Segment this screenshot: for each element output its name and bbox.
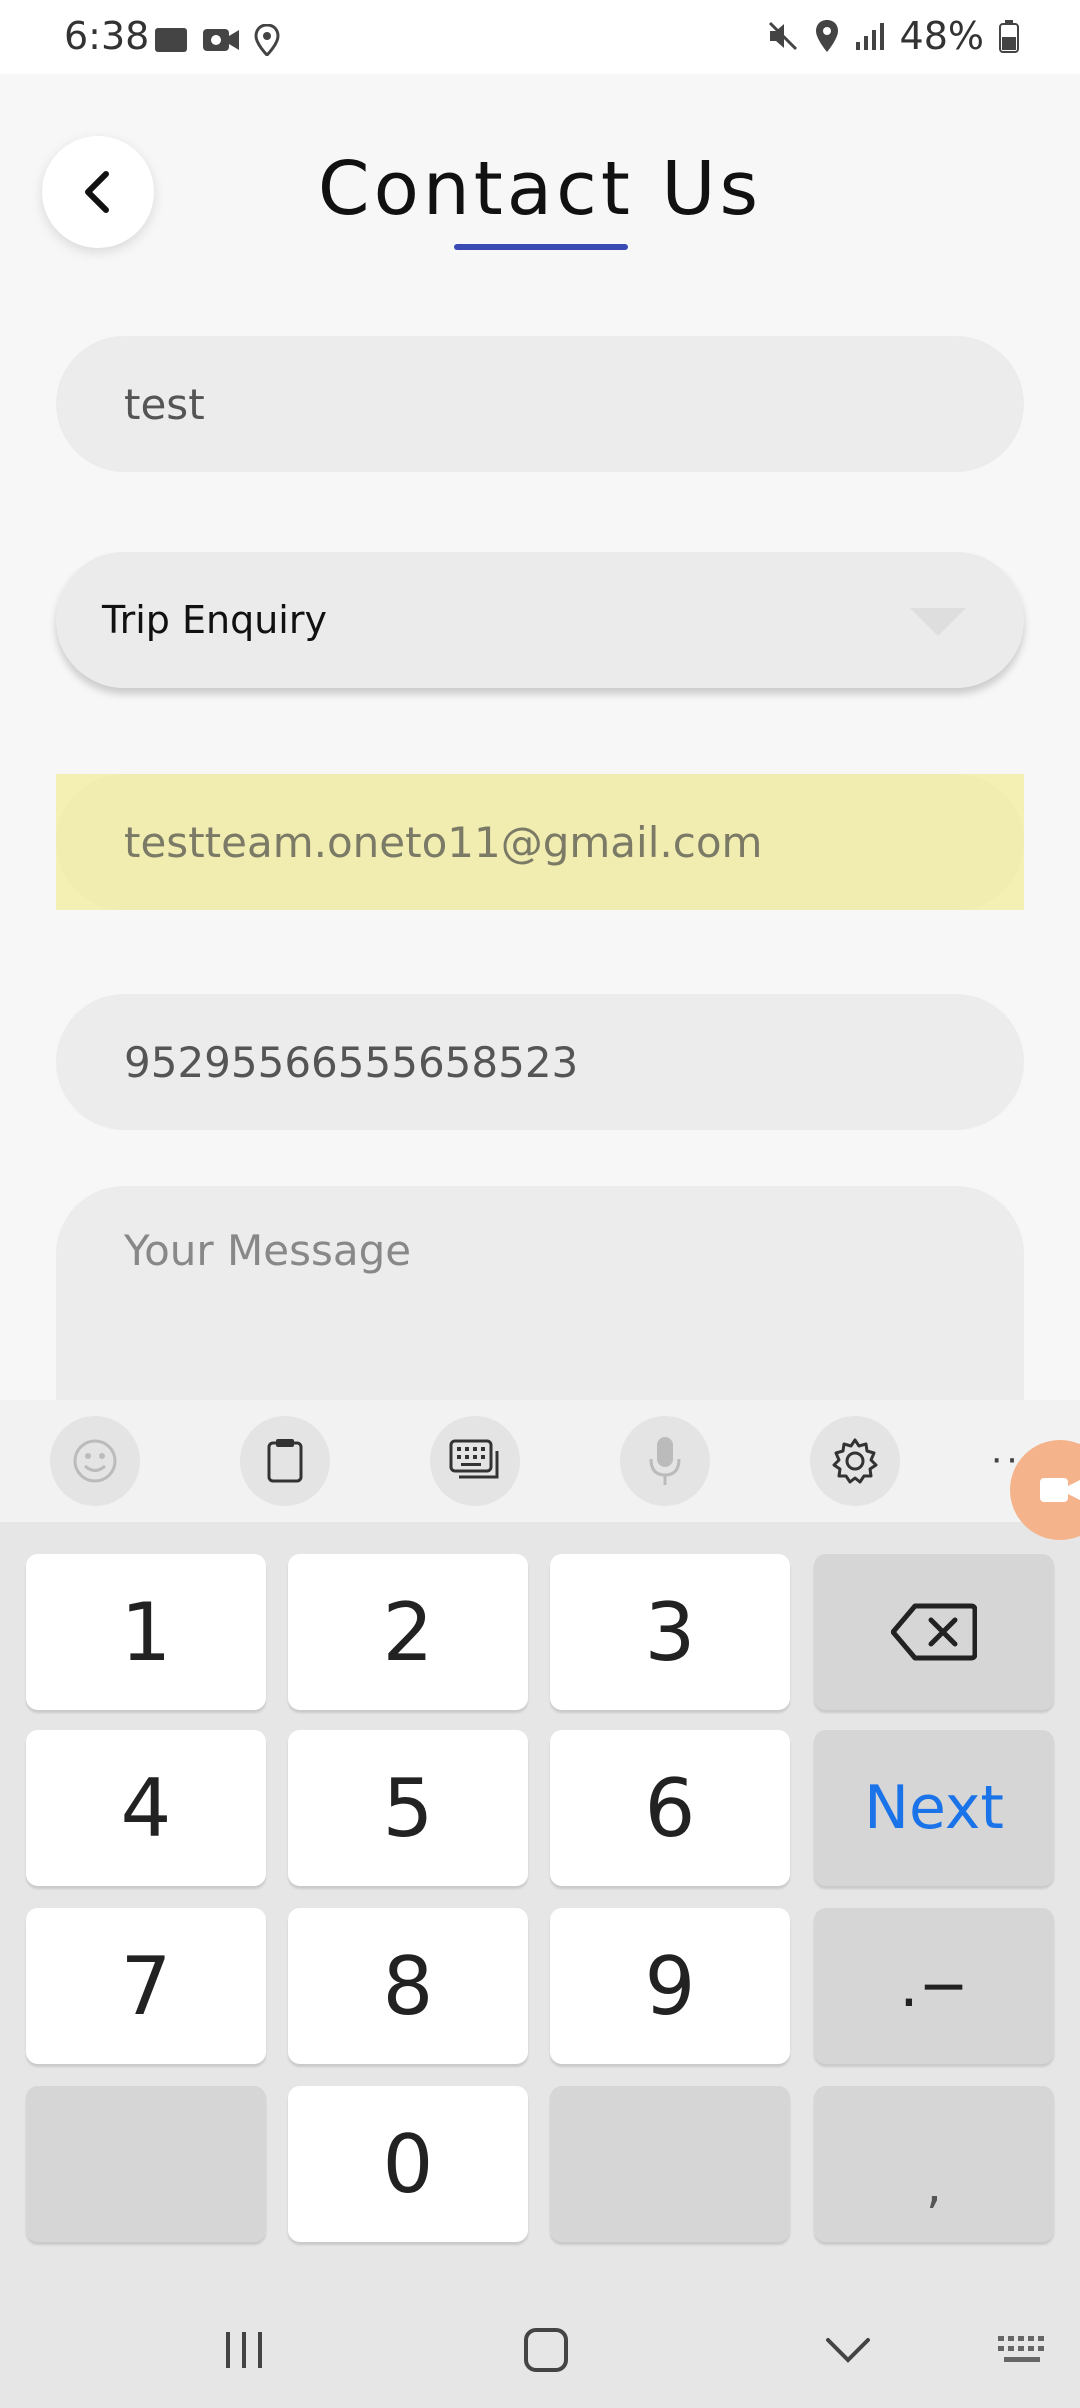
- status-time: 6:38: [64, 14, 150, 58]
- emoji-button[interactable]: [50, 1416, 140, 1506]
- key-5[interactable]: 5: [288, 1730, 528, 1886]
- numeric-keyboard: ··· 1 2 3 4 5 6 Next 7 8 9 .− 0 ,: [0, 1400, 1080, 2408]
- message-field[interactable]: Your Message: [56, 1186, 1024, 1400]
- name-field[interactable]: test: [56, 336, 1024, 472]
- clipboard-icon: [267, 1439, 303, 1483]
- key-1[interactable]: 1: [26, 1554, 266, 1710]
- video-camera-icon: [203, 29, 239, 51]
- key-0[interactable]: 0: [288, 2086, 528, 2242]
- blank-key-left: [26, 2086, 266, 2242]
- status-bar: 6:38 48%: [0, 0, 1080, 74]
- title-underline: [454, 244, 628, 250]
- symbols-key[interactable]: .−: [814, 1908, 1054, 2064]
- subject-dropdown[interactable]: Trip Enquiry: [56, 552, 1024, 688]
- key-4[interactable]: 4: [26, 1730, 266, 1886]
- keyboard-toolbar: ···: [0, 1400, 1080, 1540]
- phone-field[interactable]: 95295566555658523: [56, 994, 1024, 1130]
- settings-button[interactable]: [810, 1416, 900, 1506]
- key-2[interactable]: 2: [288, 1554, 528, 1710]
- system-navigation-bar: [0, 2290, 1080, 2408]
- blank-key-right: [550, 2086, 790, 2242]
- key-8[interactable]: 8: [288, 1908, 528, 2064]
- keyboard-icon: [449, 1439, 499, 1479]
- mute-icon: [768, 21, 797, 51]
- backspace-icon: [891, 1603, 977, 1661]
- clipboard-button[interactable]: [240, 1416, 330, 1506]
- location-icon: [815, 20, 838, 52]
- contact-us-screen: Contact Us test Trip Enquiry testteam.on…: [0, 74, 1080, 1400]
- signal-icon: [855, 23, 884, 50]
- dropdown-arrow-icon: [910, 608, 966, 636]
- hide-keyboard-button[interactable]: [808, 2318, 888, 2382]
- battery-percentage: 48%: [899, 14, 984, 58]
- video-record-icon: [1040, 1478, 1080, 1502]
- voice-input-button[interactable]: [620, 1416, 710, 1506]
- comma-key[interactable]: ,: [814, 2086, 1054, 2242]
- status-right-icons: 48%: [766, 14, 1020, 58]
- location-pin-icon: [254, 24, 280, 56]
- keyboard-icon: [998, 2336, 1044, 2362]
- key-6[interactable]: 6: [550, 1730, 790, 1886]
- keyboard-mode-button[interactable]: [430, 1416, 520, 1506]
- key-7[interactable]: 7: [26, 1908, 266, 2064]
- email-field[interactable]: testteam.oneto11@gmail.com: [56, 774, 1024, 910]
- subject-dropdown-value: Trip Enquiry: [102, 598, 327, 642]
- keyboard-switch-button[interactable]: [984, 2318, 1064, 2382]
- backspace-key[interactable]: [814, 1554, 1054, 1710]
- message-icon: [155, 28, 187, 52]
- home-button[interactable]: [506, 2318, 586, 2382]
- next-key[interactable]: Next: [814, 1730, 1054, 1886]
- battery-icon: [999, 20, 1019, 53]
- emoji-icon: [73, 1439, 117, 1483]
- recent-apps-icon: [226, 2332, 262, 2368]
- status-left-icons: [154, 24, 280, 56]
- recent-apps-button[interactable]: [204, 2318, 284, 2382]
- key-3[interactable]: 3: [550, 1554, 790, 1710]
- gear-icon: [832, 1438, 878, 1484]
- chevron-down-icon: [826, 2338, 870, 2363]
- microphone-icon: [649, 1437, 681, 1485]
- page-title: Contact Us: [317, 146, 763, 232]
- home-icon: [524, 2328, 568, 2372]
- key-9[interactable]: 9: [550, 1908, 790, 2064]
